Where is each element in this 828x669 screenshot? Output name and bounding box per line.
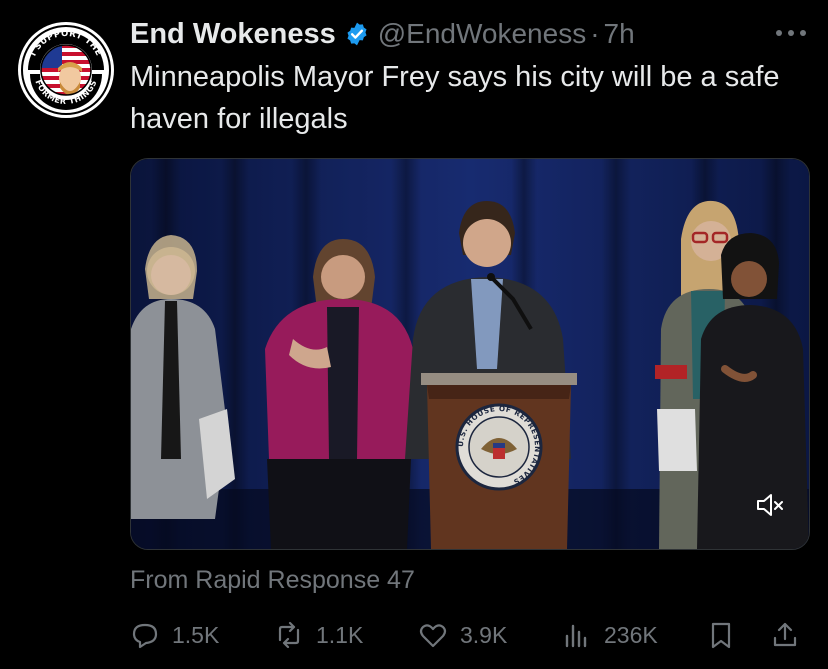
video-frame: U.S. HOUSE OF REPRESENTATIVES <box>131 159 809 549</box>
repost-button[interactable]: 1.1K <box>274 614 363 656</box>
views-button[interactable]: 236K <box>562 614 658 656</box>
share-icon <box>770 620 800 650</box>
tweet-text: Minneapolis Mayor Frey says his city wil… <box>130 61 780 135</box>
source-label[interactable]: From Rapid Response 47 <box>130 566 415 595</box>
repost-count: 1.1K <box>316 621 364 648</box>
author-handle[interactable]: @EndWokeness <box>378 18 586 50</box>
like-button[interactable]: 3.9K <box>418 614 507 656</box>
reply-icon <box>130 620 160 650</box>
share-button[interactable] <box>770 614 800 656</box>
like-icon <box>418 620 448 650</box>
views-count: 236K <box>604 621 658 648</box>
reply-count: 1.5K <box>172 621 220 648</box>
video-player[interactable]: U.S. HOUSE OF REPRESENTATIVES <box>130 158 810 550</box>
views-icon <box>562 620 592 650</box>
timestamp[interactable]: 7h <box>604 18 635 50</box>
like-count: 3.9K <box>460 621 508 648</box>
bookmark-button[interactable] <box>706 614 736 656</box>
avatar-logo: I SUPPORT THE FORMER THINGS <box>20 24 112 116</box>
separator-dot: · <box>590 18 600 49</box>
repost-icon <box>274 620 304 650</box>
action-bar: 1.5K 1.1K 3.9K 236K <box>130 614 810 656</box>
tweet-header: End Wokeness @EndWokeness · 7h <box>130 14 808 54</box>
more-icon[interactable] <box>776 26 806 40</box>
author-name[interactable]: End Wokeness <box>130 18 336 51</box>
avatar[interactable]: I SUPPORT THE FORMER THINGS <box>18 22 114 118</box>
verified-badge-icon[interactable] <box>344 21 370 47</box>
mute-icon[interactable] <box>755 491 785 519</box>
reply-button[interactable]: 1.5K <box>130 614 219 656</box>
bookmark-icon <box>706 620 736 650</box>
